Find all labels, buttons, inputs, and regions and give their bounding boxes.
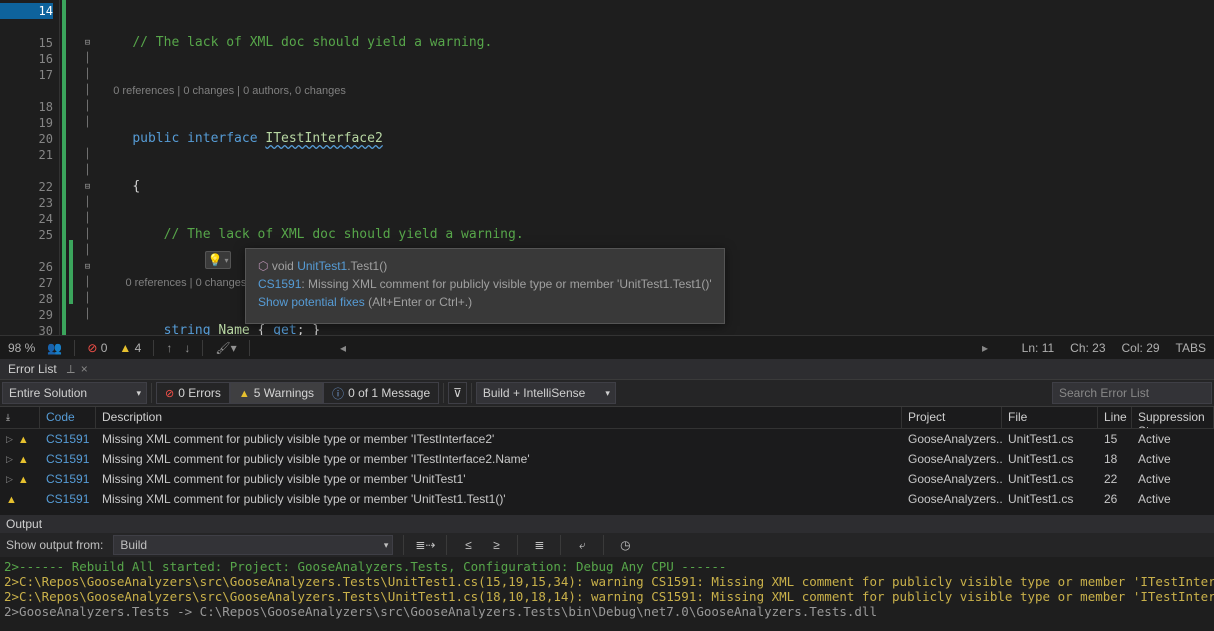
scope-dropdown[interactable]: Entire Solution	[2, 382, 147, 404]
arrow-down-icon[interactable]: ↓	[184, 341, 190, 355]
pin-icon[interactable]: ⟂	[67, 362, 75, 377]
output-tab[interactable]: Output	[0, 515, 1214, 533]
output-source-dropdown[interactable]: Build	[113, 535, 393, 555]
editor-status-bar: 98 % 👥 ⊘ 0 ▲ 4 ↑ ↓ 🖌▾ ◂ ▸ Ln: 11 Ch: 23 …	[0, 335, 1214, 359]
source-dropdown[interactable]: Build + IntelliSense	[476, 382, 616, 404]
zoom-level[interactable]: 98 %	[8, 341, 35, 355]
warnings-pill[interactable]: 5 Warnings	[230, 382, 323, 404]
errors-count[interactable]: ⊘ 0	[87, 341, 107, 355]
messages-pill[interactable]: 0 of 1 Message	[323, 382, 439, 404]
cursor-col: Col: 29	[1122, 341, 1160, 355]
errorlist-headers[interactable]: ⤓ Code Description Project File Line Sup…	[0, 407, 1214, 429]
errorlist-tab[interactable]: Error List ⟂ ×	[0, 359, 1214, 379]
quickfix-lightbulb[interactable]: 💡▾	[205, 251, 231, 269]
fold-gutter[interactable]: ⊟│││││││⊟││││⊟│││	[80, 0, 95, 335]
output-toolbar: Show output from: Build ≣⇢ ≤ ≥ ≣ ⤶ ◷	[0, 533, 1214, 557]
output-body[interactable]: 2>------ Rebuild All started: Project: G…	[0, 557, 1214, 631]
change-markers	[60, 0, 80, 335]
cursor-char: Ch: 23	[1070, 341, 1105, 355]
line-gutter: 14 15 16 17 18 19 20 21 22 23 24 25 26 2…	[0, 0, 60, 335]
clear-icon[interactable]: ≣	[528, 535, 550, 555]
errorlist-row[interactable]: ▷CS1591Missing XML comment for publicly …	[0, 449, 1214, 469]
errorlist-grid[interactable]: ⤓ Code Description Project File Line Sup…	[0, 407, 1214, 515]
errorlist-row[interactable]: ▷CS1591Missing XML comment for publicly …	[0, 429, 1214, 449]
errorlist-row[interactable]: ▷CS1591Missing XML comment for publicly …	[0, 469, 1214, 489]
errorlist-search[interactable]: Search Error List	[1052, 382, 1212, 404]
errorlist-toolbar: Entire Solution 0 Errors 5 Warnings 0 of…	[0, 379, 1214, 407]
prev-icon[interactable]: ≤	[457, 535, 479, 555]
code-editor[interactable]: 14 15 16 17 18 19 20 21 22 23 24 25 26 2…	[0, 0, 1214, 335]
show-fixes-link[interactable]: Show potential fixes	[258, 295, 365, 309]
errorlist-row[interactable]: CS1591Missing XML comment for publicly v…	[0, 489, 1214, 509]
wrap-icon[interactable]: ⤶	[571, 535, 593, 555]
cursor-line: Ln: 11	[1022, 341, 1054, 355]
next-icon[interactable]: ≥	[485, 535, 507, 555]
brush-icon[interactable]: 🖌▾	[215, 341, 236, 355]
filter-icon[interactable]: ⊽	[448, 382, 467, 404]
goto-icon[interactable]: ≣⇢	[414, 535, 436, 555]
warnings-count[interactable]: ▲ 4	[119, 341, 141, 355]
timer-icon[interactable]: ◷	[614, 535, 636, 555]
close-icon[interactable]: ×	[81, 362, 88, 376]
users-icon[interactable]: 👥	[47, 341, 62, 355]
errorlist-title: Error List	[8, 362, 57, 376]
hover-tooltip: ⬡ void UnitTest1.Test1() CS1591: Missing…	[245, 248, 725, 324]
show-output-label: Show output from:	[6, 538, 103, 552]
indent-mode[interactable]: TABS	[1176, 341, 1206, 355]
errors-pill[interactable]: 0 Errors	[156, 382, 230, 404]
arrow-up-icon[interactable]: ↑	[166, 341, 172, 355]
